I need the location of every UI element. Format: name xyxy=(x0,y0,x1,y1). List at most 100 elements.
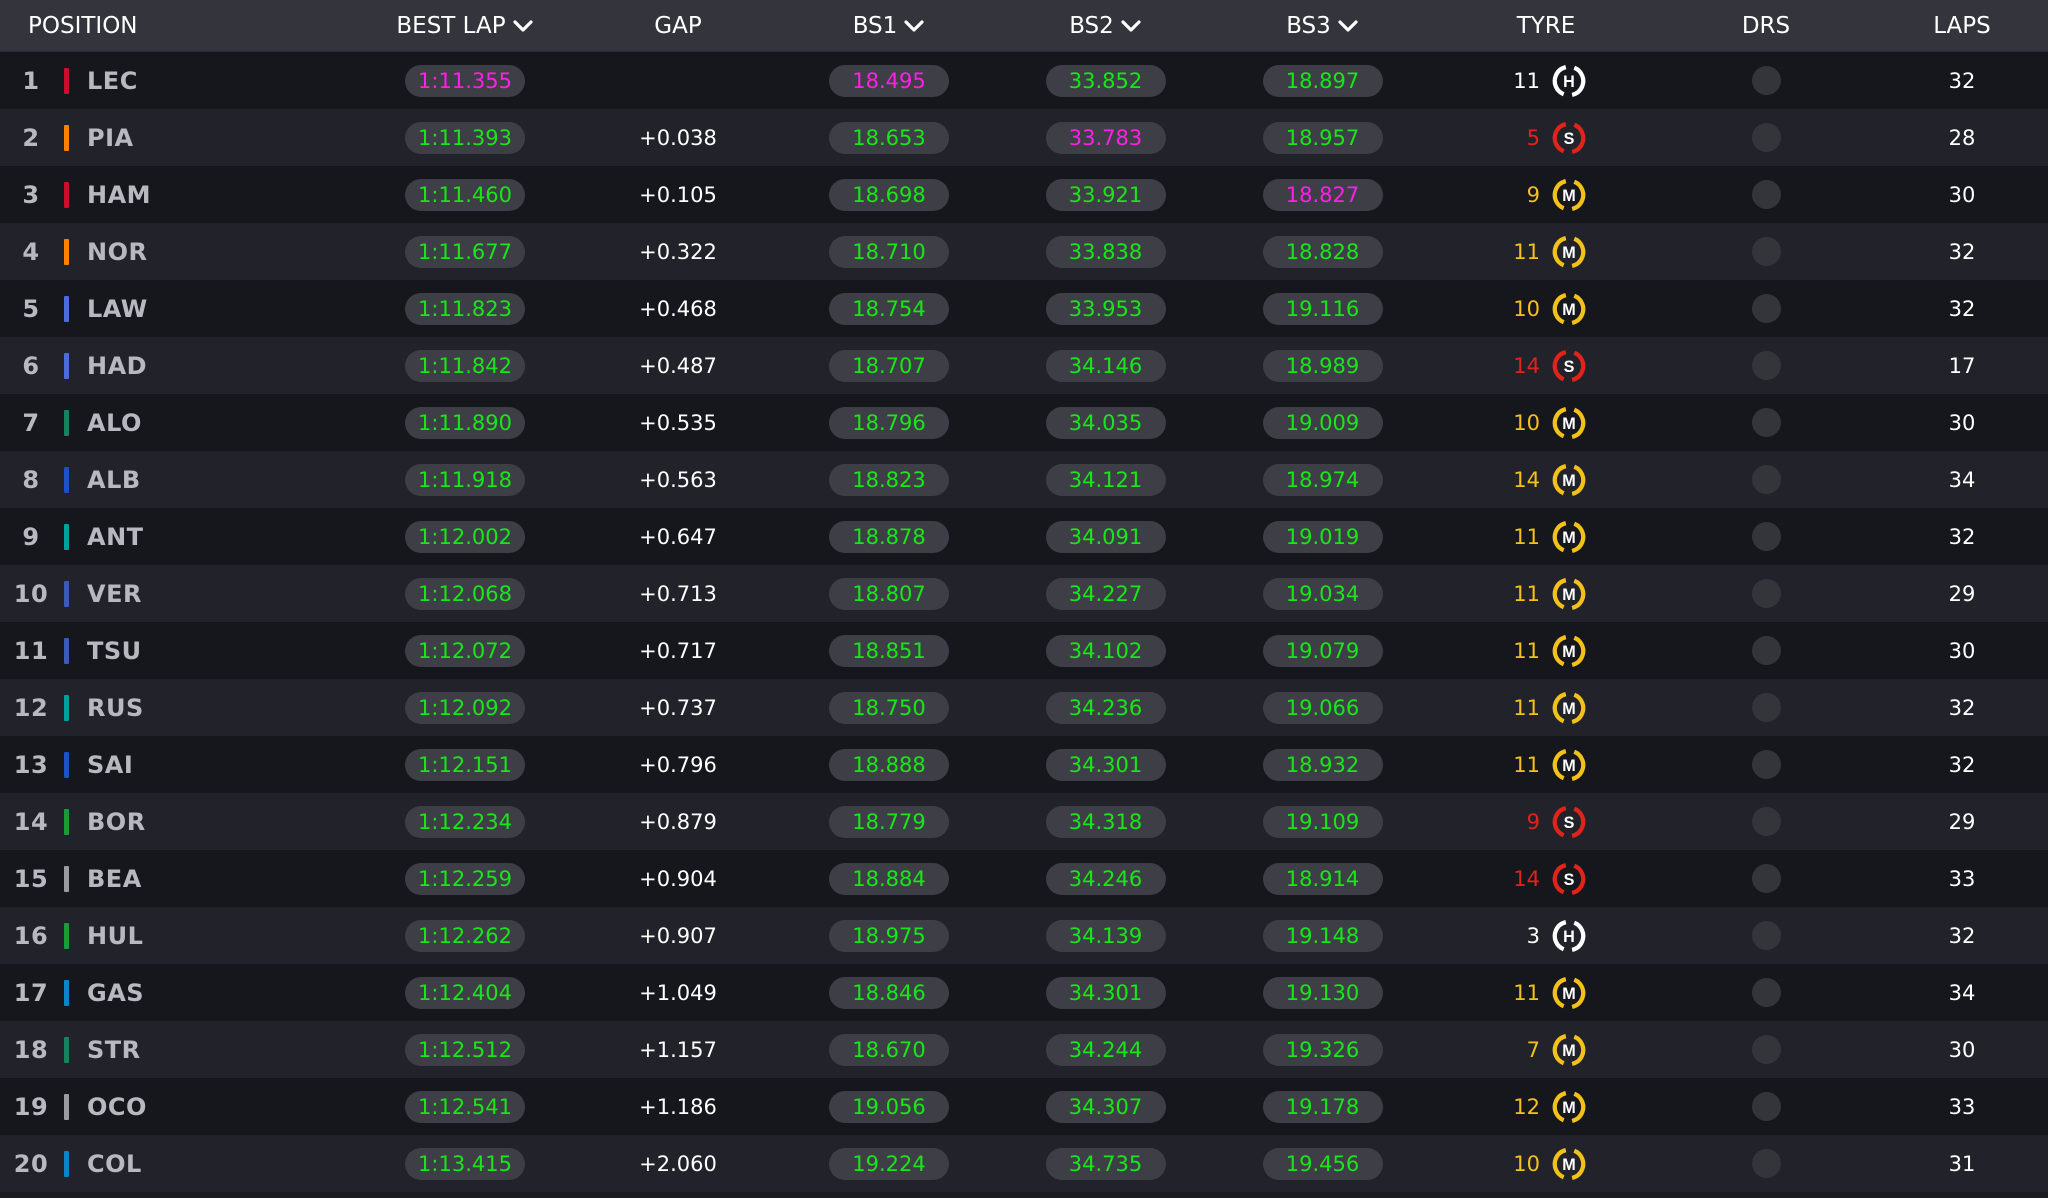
header-bs3[interactable]: BS3 xyxy=(1209,13,1436,39)
bs1-cell: 18.975 xyxy=(776,919,1002,952)
laps-cell: 31 xyxy=(1876,1152,2048,1176)
bs3-time: 18.828 xyxy=(1262,235,1383,268)
best-lap-cell: 1:11.393 xyxy=(350,121,580,154)
medium-tyre-icon: M xyxy=(1552,1090,1586,1123)
header-bs1[interactable]: BS1 xyxy=(776,13,1002,39)
bs2-time: 34.146 xyxy=(1045,349,1166,382)
laps-value: 34 xyxy=(1948,980,1976,1005)
table-row[interactable]: 18 STR 1:12.512 +1.157 18.670 34.244 19.326 7 M 3… xyxy=(0,1021,2048,1078)
tyre-compound-letter: M xyxy=(1562,757,1575,775)
bs3-time: 19.019 xyxy=(1262,520,1383,553)
bs1-time: 18.698 xyxy=(829,178,949,211)
bs2-cell: 34.121 xyxy=(1002,463,1209,496)
header-drs[interactable]: DRS xyxy=(1656,13,1876,39)
bs3-cell: 18.897 xyxy=(1209,64,1436,97)
best-lap-cell: 1:11.890 xyxy=(350,406,580,439)
driver-code: LEC xyxy=(87,66,138,95)
bs2-cell: 34.246 xyxy=(1002,862,1209,895)
tyre-compound-letter: H xyxy=(1563,73,1575,91)
drs-indicator xyxy=(1751,123,1781,152)
bs3-cell: 18.932 xyxy=(1209,748,1436,781)
bs3-cell: 19.109 xyxy=(1209,805,1436,838)
table-row[interactable]: 9 ANT 1:12.002 +0.647 18.878 34.091 19.019 11 M 3… xyxy=(0,508,2048,565)
position-cell: 5 LAW xyxy=(0,295,350,323)
soft-tyre-icon: S xyxy=(1552,121,1586,154)
table-row[interactable]: 19 OCO 1:12.541 +1.186 19.056 34.307 19.178 12 M… xyxy=(0,1078,2048,1135)
bs1-time: 18.846 xyxy=(829,976,949,1009)
table-row[interactable]: 6 HAD 1:11.842 +0.487 18.707 34.146 18.989 14 S 1… xyxy=(0,337,2048,394)
table-row[interactable]: 2 PIA 1:11.393 +0.038 18.653 33.783 18.957 5 S 28 xyxy=(0,109,2048,166)
table-row[interactable]: 16 HUL 1:12.262 +0.907 18.975 34.139 19.148 3 H 3… xyxy=(0,907,2048,964)
table-row[interactable]: 3 HAM 1:11.460 +0.105 18.698 33.921 18.827 9 M 30 xyxy=(0,166,2048,223)
timing-rows: 1 LEC 1:11.355 18.495 33.852 18.897 11 H 32 2 PIA 1… xyxy=(0,52,2048,1192)
bs1-time: 19.056 xyxy=(829,1090,949,1123)
table-row[interactable]: 5 LAW 1:11.823 +0.468 18.754 33.953 19.116 10 M 3… xyxy=(0,280,2048,337)
bs1-time: 18.653 xyxy=(829,121,949,154)
drs-cell xyxy=(1656,636,1876,665)
header-position[interactable]: POSITION xyxy=(0,13,350,39)
bs2-cell: 34.146 xyxy=(1002,349,1209,382)
chevron-down-icon xyxy=(513,19,533,32)
table-row[interactable]: 11 TSU 1:12.072 +0.717 18.851 34.102 19.079 11 M… xyxy=(0,622,2048,679)
drs-indicator xyxy=(1751,408,1781,437)
tyre-age: 11 xyxy=(1513,239,1540,264)
gap-value: +0.737 xyxy=(639,695,717,720)
bs1-time: 18.495 xyxy=(829,64,949,97)
best-lap-time: 1:12.234 xyxy=(405,805,525,838)
bs3-cell: 19.009 xyxy=(1209,406,1436,439)
tyre-compound-letter: M xyxy=(1562,700,1575,718)
position-cell: 18 STR xyxy=(0,1036,350,1064)
header-best-lap[interactable]: BEST LAP xyxy=(350,13,580,39)
bs3-time: 18.957 xyxy=(1262,121,1383,154)
drs-indicator xyxy=(1751,921,1781,950)
team-color-bar xyxy=(64,637,69,664)
table-row[interactable]: 20 COL 1:13.415 +2.060 19.224 34.735 19.456 10 M… xyxy=(0,1135,2048,1192)
table-row[interactable]: 8 ALB 1:11.918 +0.563 18.823 34.121 18.974 14 M 3… xyxy=(0,451,2048,508)
table-row[interactable]: 4 NOR 1:11.677 +0.322 18.710 33.838 18.828 11 M 3… xyxy=(0,223,2048,280)
best-lap-time: 1:12.002 xyxy=(405,520,525,553)
header-tyre[interactable]: TYRE xyxy=(1436,13,1656,39)
bs2-cell: 34.244 xyxy=(1002,1033,1209,1066)
drs-indicator xyxy=(1751,66,1781,95)
bs3-cell: 19.456 xyxy=(1209,1147,1436,1180)
table-row[interactable]: 17 GAS 1:12.404 +1.049 18.846 34.301 19.130 11 M… xyxy=(0,964,2048,1021)
table-row[interactable]: 12 RUS 1:12.092 +0.737 18.750 34.236 19.066 11 M… xyxy=(0,679,2048,736)
bs2-time: 34.301 xyxy=(1045,748,1166,781)
driver-code: TSU xyxy=(87,636,142,665)
best-lap-time: 1:11.677 xyxy=(405,235,525,268)
laps-value: 32 xyxy=(1948,695,1976,720)
position-number: 4 xyxy=(22,237,40,266)
tyre-cell: 7M xyxy=(1436,1031,1656,1069)
gap-value: +0.535 xyxy=(639,410,717,435)
bs2-time: 34.318 xyxy=(1045,805,1166,838)
drs-indicator xyxy=(1751,522,1781,551)
position-number: 18 xyxy=(13,1035,49,1064)
tyre-cell: 9M xyxy=(1436,176,1656,214)
table-row[interactable]: 13 SAI 1:12.151 +0.796 18.888 34.301 18.932 11 M… xyxy=(0,736,2048,793)
drs-indicator xyxy=(1751,465,1781,494)
table-row[interactable]: 1 LEC 1:11.355 18.495 33.852 18.897 11 H 32 xyxy=(0,52,2048,109)
driver-code: ANT xyxy=(87,522,144,551)
team-color-bar xyxy=(64,979,69,1006)
bs1-cell: 19.056 xyxy=(776,1090,1002,1123)
laps-value: 33 xyxy=(1948,866,1976,891)
table-row[interactable]: 7 ALO 1:11.890 +0.535 18.796 34.035 19.009 10 M 3… xyxy=(0,394,2048,451)
driver-code: NOR xyxy=(87,237,148,266)
header-bs2[interactable]: BS2 xyxy=(1002,13,1209,39)
drs-cell xyxy=(1656,1092,1876,1121)
team-color-bar xyxy=(64,181,69,208)
bs1-time: 19.224 xyxy=(829,1147,949,1180)
best-lap-cell: 1:11.355 xyxy=(350,64,580,97)
header-gap[interactable]: GAP xyxy=(580,13,776,39)
table-row[interactable]: 15 BEA 1:12.259 +0.904 18.884 34.246 18.914 14 S… xyxy=(0,850,2048,907)
table-row[interactable]: 14 BOR 1:12.234 +0.879 18.779 34.318 19.109 9 S 2… xyxy=(0,793,2048,850)
bs1-cell: 18.796 xyxy=(776,406,1002,439)
driver-code: RUS xyxy=(87,693,144,722)
table-row[interactable]: 10 VER 1:12.068 +0.713 18.807 34.227 19.034 11 M… xyxy=(0,565,2048,622)
team-color-bar xyxy=(64,124,69,151)
gap-value: +0.563 xyxy=(639,467,717,492)
header-laps[interactable]: LAPS xyxy=(1876,13,2048,39)
laps-cell: 34 xyxy=(1876,981,2048,1005)
bs3-time: 19.130 xyxy=(1262,976,1383,1009)
bs2-time: 34.307 xyxy=(1045,1090,1166,1123)
